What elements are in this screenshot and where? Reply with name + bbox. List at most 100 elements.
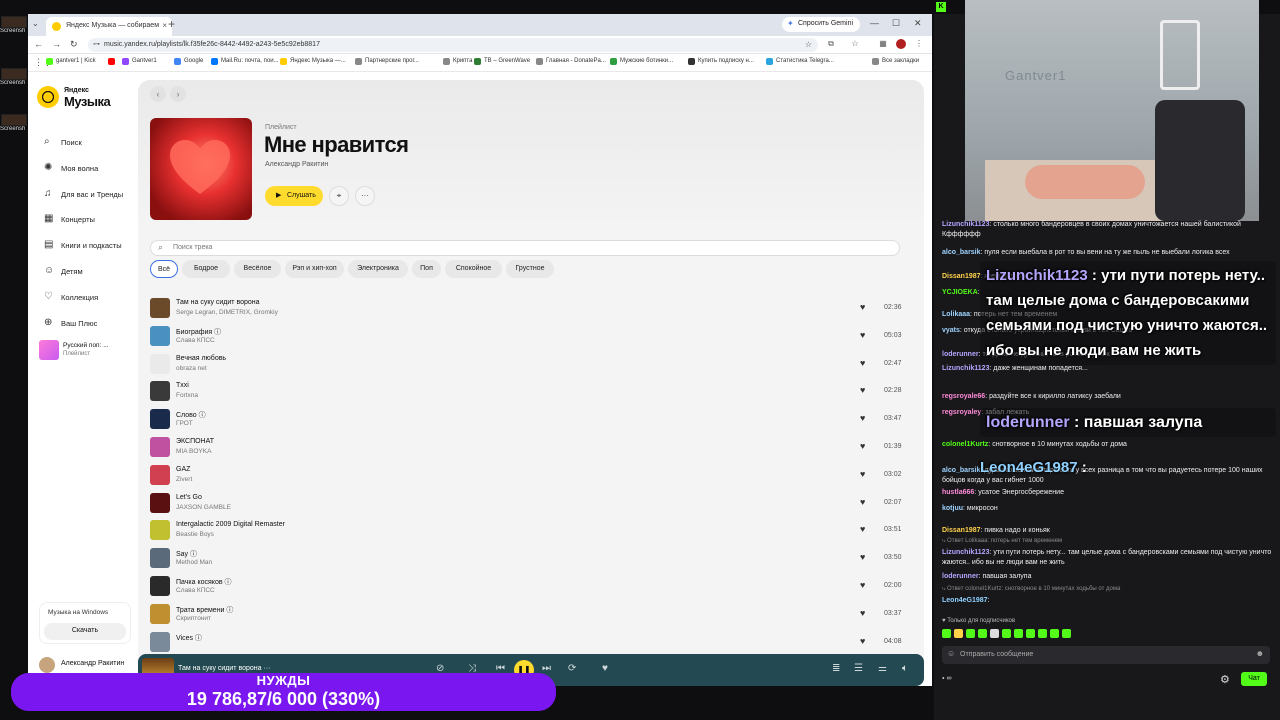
sidebar-item-books[interactable]: ▤ Книги и подкасты	[44, 239, 122, 250]
chat-button[interactable]: Чат	[1241, 672, 1267, 686]
emote-icon[interactable]	[1014, 629, 1023, 638]
forward-icon[interactable]: →	[52, 39, 61, 49]
more-icon[interactable]: ···	[355, 186, 375, 206]
chat-username[interactable]: vyats	[942, 327, 960, 334]
emote-icon[interactable]	[978, 629, 987, 638]
track-row[interactable]: Пачка косяков ⓘ Слава КПСС ♥ 02:00	[150, 576, 910, 600]
track-row[interactable]: Intergalactic 2009 Digital Remaster Beast…	[150, 520, 910, 544]
yandex-music-logo[interactable]: Яндекс Музыка	[37, 84, 127, 112]
sidebar-item-concerts[interactable]: ▦ Концерты	[44, 213, 95, 224]
filter-chip[interactable]: Весёлое	[234, 260, 281, 278]
emote-icon[interactable]	[1002, 629, 1011, 638]
extension-icon[interactable]: ⧉	[826, 39, 836, 49]
sidebar-item-collection[interactable]: ♡ Коллекция	[44, 291, 98, 302]
track-artist[interactable]: Method Man	[176, 559, 212, 566]
like-icon[interactable]: ♥	[860, 636, 865, 646]
queue-icon[interactable]: ≣	[832, 663, 840, 674]
track-row[interactable]: Txxi Fortxna ♥ 02:28	[150, 381, 910, 405]
emote-icon[interactable]	[1038, 629, 1047, 638]
track-row[interactable]: Vices ⓘ ♥ 04:08	[150, 631, 910, 656]
nav-forward-icon[interactable]: ›	[170, 86, 186, 102]
track-artist[interactable]: Zivert	[176, 476, 192, 483]
chat-username[interactable]: Lizunchik1123	[942, 221, 989, 228]
filter-chip[interactable]: Всё	[150, 260, 178, 278]
like-icon[interactable]: ♥	[860, 524, 865, 534]
bookmark-item[interactable]: Крипта	[443, 58, 472, 65]
equalizer-icon[interactable]: ⚌	[878, 663, 887, 674]
bookmark-item[interactable]: Купить подписку н...	[688, 58, 754, 65]
chat-username[interactable]: Lizunchik1123	[942, 365, 989, 372]
chat-username[interactable]: hustla666	[942, 489, 974, 496]
like-icon[interactable]: ♥	[860, 302, 865, 312]
like-icon[interactable]: ♥	[602, 663, 608, 674]
chat-username[interactable]: YCJIOEKA	[942, 289, 978, 296]
bookmark-item[interactable]: Главная - DonatePa...	[536, 58, 606, 65]
bookmark-star-icon[interactable]: ☆	[805, 40, 812, 49]
sidebar-item-my-wave[interactable]: ✺ Моя волна	[44, 162, 98, 173]
new-tab-icon[interactable]: +	[168, 17, 175, 31]
filter-chip[interactable]: Спокойное	[445, 260, 502, 278]
like-icon[interactable]: ♥	[860, 441, 865, 451]
like-icon[interactable]: ♥	[860, 608, 865, 618]
chat-username[interactable]: regsroyaley	[942, 409, 981, 416]
url-field[interactable]: ⊶ music.yandex.ru/playlists/lk.f35fe26c-…	[88, 38, 818, 52]
nav-back-icon[interactable]: ‹	[150, 86, 166, 102]
sidebar-item-kids[interactable]: ☺ Детям	[44, 265, 83, 276]
listen-button[interactable]: Слушать	[265, 186, 323, 206]
emote-icon[interactable]	[942, 629, 951, 638]
track-row[interactable]: GAZ Zivert ♥ 03:02	[150, 464, 910, 489]
like-icon[interactable]: ♥	[860, 330, 865, 340]
bookmark-item[interactable]: gantver1 | Kick	[46, 58, 96, 65]
desktop-icon[interactable]: Screensh	[0, 16, 28, 50]
menu-dots-icon[interactable]: ⋮	[914, 39, 924, 49]
like-icon[interactable]: ♥	[860, 552, 865, 562]
emote-icon[interactable]	[1062, 629, 1071, 638]
like-icon[interactable]: ♥	[860, 580, 865, 590]
user-profile[interactable]: Александр Ракитин	[39, 657, 124, 673]
profile-avatar-icon[interactable]	[896, 39, 906, 49]
track-row[interactable]: Там на суку сидит ворона Serge Legran, DI…	[150, 298, 910, 322]
chat-settings-icon[interactable]: ⚙	[1220, 673, 1230, 686]
chat-username[interactable]: loderunner	[942, 573, 979, 580]
emote-icon[interactable]	[990, 629, 999, 638]
filter-chip[interactable]: Грустное	[506, 260, 554, 278]
track-row[interactable]: Let's Go JAXSON GAMBLE ♥ 02:07	[150, 492, 910, 517]
chat-username[interactable]: kotjuu	[942, 505, 963, 512]
track-row[interactable]: Слово ⓘ ГРОТ ♥ 03:47	[150, 409, 910, 433]
track-artist[interactable]: Beastie Boys	[176, 531, 214, 538]
track-artist[interactable]: Fortxna	[176, 392, 198, 399]
emote-icon[interactable]	[1026, 629, 1035, 638]
gemini-button[interactable]: Спросить Gemini	[782, 17, 861, 32]
track-row[interactable]: Вечная любовь obraza net ♥ 02:47	[150, 353, 910, 378]
bookmark-item[interactable]: Google	[174, 58, 203, 65]
bookmark-item[interactable]: Gantver1	[122, 58, 157, 65]
bookmark-item[interactable]: Яндекс Музыка —...	[280, 58, 346, 65]
download-icon[interactable]: ▦	[878, 39, 888, 49]
bookmark-item[interactable]: TB – GreenWave	[474, 58, 530, 65]
close-window-icon[interactable]: ✕	[914, 18, 922, 29]
like-icon[interactable]: ♥	[860, 469, 865, 479]
chat-username[interactable]: alco_barsik	[942, 467, 981, 474]
playlist-owner[interactable]: Александр Ракитин	[265, 161, 328, 168]
track-artist[interactable]: JAXSON GAMBLE	[176, 504, 231, 511]
track-row[interactable]: Say ⓘ Method Man ♥ 03:50	[150, 548, 910, 572]
chat-username[interactable]: loderunner	[942, 351, 979, 358]
maximize-icon[interactable]: ☐	[892, 18, 900, 29]
bookmark-item[interactable]: Статистика Telegra...	[766, 58, 834, 65]
bookmarks-icon[interactable]: ☆	[850, 39, 860, 49]
volume-icon[interactable]: 🔈︎	[902, 663, 908, 674]
site-info-icon[interactable]: ⊶	[93, 40, 100, 48]
download-app-button[interactable]: Скачать	[44, 623, 126, 640]
track-artist[interactable]: Serge Legran, DIMETRIX, Gromkiy	[176, 309, 278, 316]
repeat-icon[interactable]: ⟳	[568, 663, 576, 674]
filter-chip[interactable]: Поп	[412, 260, 441, 278]
emoji-picker-icon[interactable]: ☻	[1256, 649, 1264, 658]
track-artist[interactable]: Слава КПСС	[176, 337, 215, 344]
pin-icon[interactable]: ⌖	[329, 186, 349, 206]
like-icon[interactable]: ♥	[860, 497, 865, 507]
track-artist[interactable]: Слава КПСС	[176, 587, 215, 594]
track-artist[interactable]: ГРОТ	[176, 420, 193, 427]
bookmark-item[interactable]: Партнерские прог...	[355, 58, 419, 65]
filter-chip[interactable]: Рэп и хип-хоп	[285, 260, 344, 278]
desktop-icon[interactable]: Screensh	[0, 68, 28, 102]
